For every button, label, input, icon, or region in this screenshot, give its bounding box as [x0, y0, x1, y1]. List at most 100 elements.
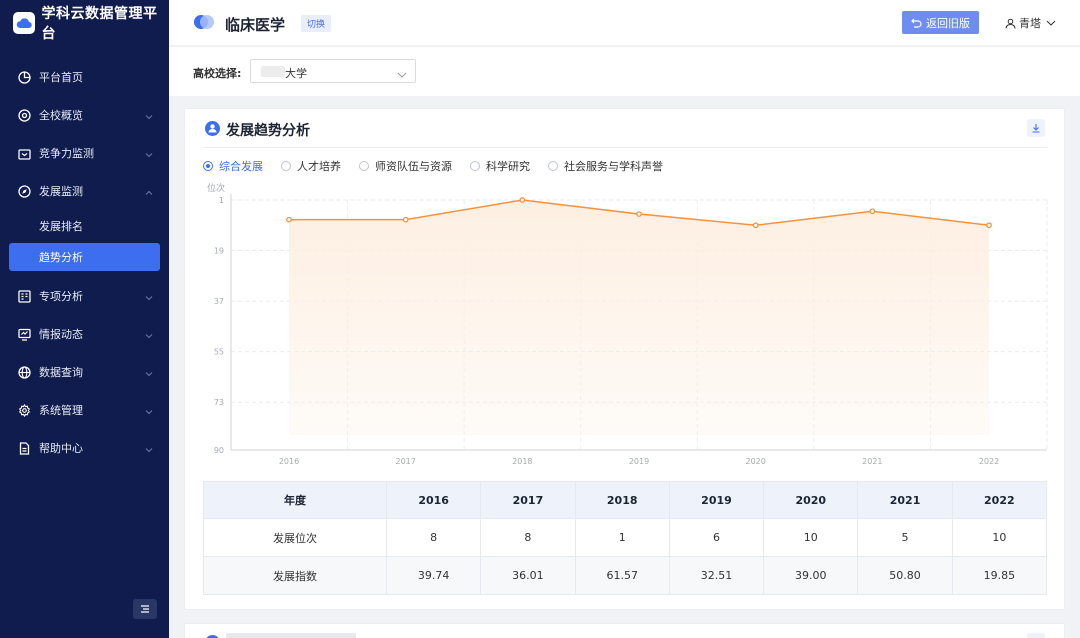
chevron-down-icon: [397, 67, 407, 81]
table-cell: 5: [857, 518, 953, 557]
radio-label: 科学研究: [486, 160, 530, 173]
collapse-sidebar-button[interactable]: [133, 599, 157, 619]
chevron-down-icon: [145, 367, 153, 380]
target-icon: [17, 108, 31, 122]
chevron-down-icon: [145, 405, 153, 418]
table-header-cell: 2020: [763, 481, 859, 519]
user-name: 青塔: [1019, 17, 1041, 30]
sidebar-item-help[interactable]: 帮助中心: [0, 429, 169, 467]
briefcase-icon: [17, 146, 31, 160]
data-point: [986, 222, 992, 229]
sidebar-item-intelligence[interactable]: 情报动态: [0, 315, 169, 353]
back-label: 返回旧版: [926, 16, 970, 30]
dimension-radio-group: 综合发展 人才培养 师资队伍与资源 科学研究 社会服务与学科声誉: [203, 158, 681, 174]
data-point: [752, 222, 759, 229]
radio-research[interactable]: 科学研究: [470, 158, 530, 174]
table-header-cell: 2021: [857, 481, 953, 519]
chevron-down-icon: [145, 291, 153, 304]
redacted-text: [261, 66, 285, 77]
compass-icon: [17, 184, 31, 198]
radio-faculty[interactable]: 师资队伍与资源: [359, 158, 452, 174]
table-header-cell: 2019: [668, 481, 765, 519]
sidebar-item-system[interactable]: 系统管理: [0, 391, 169, 429]
grid-icon: [17, 289, 31, 303]
return-icon: [911, 18, 922, 28]
table-header-year: 年度: [203, 481, 387, 519]
y-tick-label: 37: [214, 297, 224, 306]
sidebar-item-competitiveness[interactable]: 竞争力监测: [0, 134, 169, 172]
monitor-icon: [17, 327, 31, 341]
table-cell: 6: [668, 518, 765, 557]
radio-overall[interactable]: 综合发展: [203, 158, 263, 174]
table-cell: 10: [951, 518, 1048, 557]
table-row-label: 发展位次: [203, 518, 387, 557]
table-header-cell: 2017: [480, 481, 576, 519]
sidebar-subitem-ranking[interactable]: 发展排名: [0, 210, 169, 242]
y-tick-label: 90: [214, 446, 224, 455]
table-cell: 36.01: [480, 556, 576, 595]
radio-dot: [470, 161, 480, 171]
university-select-value: 大学: [285, 67, 307, 80]
y-axis-label: 位次: [207, 182, 225, 194]
table-cell: 39.00: [763, 556, 859, 595]
filter-bar: 高校选择: 大学: [169, 47, 1080, 96]
table-row-label: 发展指数: [203, 556, 387, 595]
radio-label: 综合发展: [219, 160, 263, 173]
table-cell: 8: [385, 518, 482, 557]
university-select-label: 高校选择:: [193, 67, 242, 80]
sidebar-item-label: 平台首页: [39, 71, 83, 84]
sidebar-item-home[interactable]: 平台首页: [0, 58, 169, 96]
chevron-down-icon: [145, 148, 153, 161]
x-tick-label: 2019: [629, 457, 649, 466]
radio-social-service[interactable]: 社会服务与学科声誉: [548, 158, 663, 174]
y-tick-label: 1: [219, 196, 224, 205]
table-cell: 10: [763, 518, 859, 557]
data-point: [286, 216, 292, 223]
table-cell: 8: [480, 518, 576, 557]
user-menu[interactable]: 青塔: [1005, 15, 1056, 31]
app-title: 学科云数据管理平台: [41, 6, 158, 42]
user-icon: [1005, 18, 1016, 29]
table-header-cell: 2016: [385, 481, 482, 519]
y-tick-label: 19: [214, 247, 224, 256]
table-cell: 1: [574, 518, 670, 557]
pie-chart-icon: [17, 70, 31, 84]
radio-talent[interactable]: 人才培养: [281, 158, 341, 174]
discipline-logo-icon: [193, 12, 217, 32]
data-point: [519, 197, 526, 203]
download-button[interactable]: [1027, 633, 1045, 638]
trend-table: 年度 2016 2017 2018 2019 2020 2021 2022 发展…: [203, 481, 1048, 595]
sidebar: 学科云数据管理平台 平台首页 全校概览 竞争力监测 发展监测 发展排名 趋势分析…: [0, 0, 169, 638]
university-select[interactable]: 大学: [250, 59, 416, 83]
y-tick-label: 73: [214, 398, 224, 407]
trend-card-icon: [205, 121, 220, 136]
sidebar-item-overview[interactable]: 全校概览: [0, 96, 169, 134]
table-row: 发展位次 8 8 1 6 10 5 10: [203, 518, 1048, 557]
chevron-down-icon: [145, 110, 153, 123]
sidebar-item-label: 竞争力监测: [39, 147, 94, 160]
radio-label: 社会服务与学科声誉: [564, 160, 663, 173]
brand: 学科云数据管理平台: [0, 0, 169, 46]
sidebar-menu: 平台首页 全校概览 竞争力监测 发展监测 发展排名 趋势分析 专项分析 情报动态: [0, 58, 169, 467]
back-to-old-version-button[interactable]: 返回旧版: [902, 11, 979, 34]
page-title: 临床医学: [225, 16, 286, 34]
card-title-placeholder: [226, 633, 356, 638]
sidebar-item-special-analysis[interactable]: 专项分析: [0, 277, 169, 315]
sidebar-item-development[interactable]: 发展监测: [0, 172, 169, 210]
x-tick-label: 2022: [979, 457, 999, 466]
sidebar-subitem-trend[interactable]: 趋势分析: [9, 243, 160, 271]
chevron-down-icon: [145, 329, 153, 342]
sidebar-item-label: 专项分析: [39, 290, 83, 303]
sidebar-item-data-query[interactable]: 数据查询: [0, 353, 169, 391]
series-area: [289, 200, 989, 435]
table-row: 发展指数 39.74 36.01 61.57 32.51 39.00 50.80…: [203, 556, 1048, 595]
switch-discipline-button[interactable]: 切换: [301, 15, 332, 32]
x-tick-label: 2018: [512, 457, 532, 466]
sidebar-item-label: 情报动态: [39, 328, 83, 341]
data-point: [636, 211, 642, 217]
x-tick-label: 2017: [395, 457, 415, 466]
chevron-down-icon: [1046, 20, 1056, 26]
download-button[interactable]: [1027, 119, 1045, 137]
divider: [203, 147, 1047, 148]
card-title: 发展趋势分析: [226, 123, 310, 139]
